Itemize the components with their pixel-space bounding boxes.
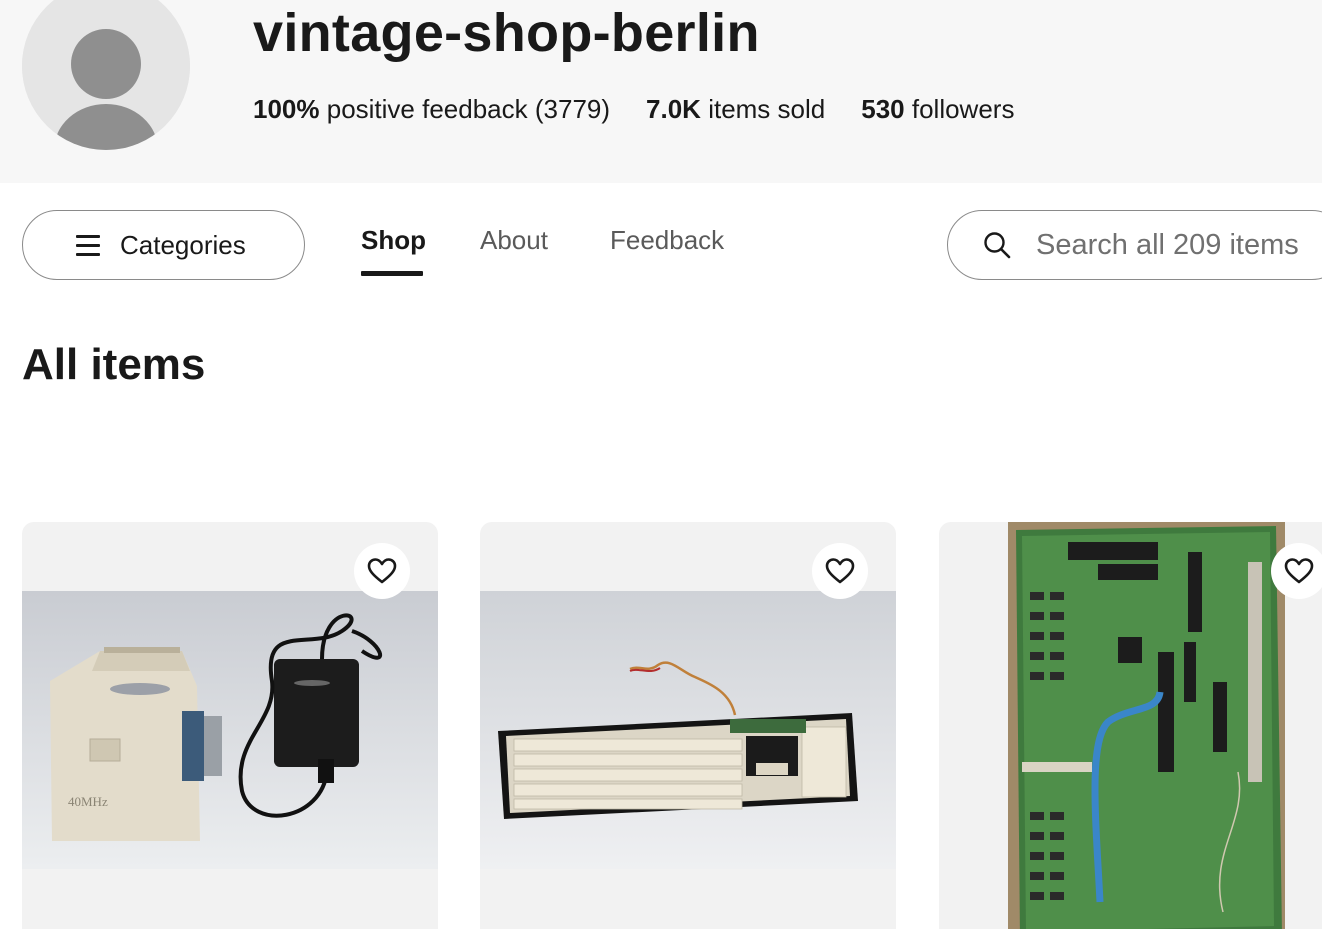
item-card[interactable]: 40MHz — [22, 522, 438, 929]
watchlist-button[interactable] — [1271, 543, 1322, 599]
items-sold-count: 7.0K — [646, 94, 701, 124]
watchlist-button[interactable] — [812, 543, 868, 599]
item-image-accelerator[interactable]: 40MHz — [22, 591, 438, 869]
feedback-percent: 100% — [253, 94, 320, 124]
store-name: vintage-shop-berlin — [253, 3, 760, 63]
search-input[interactable] — [1036, 228, 1322, 262]
active-tab-indicator — [361, 271, 423, 276]
tab-about[interactable]: About — [480, 225, 548, 256]
followers-text: followers — [911, 94, 1015, 124]
feedback-text: positive feedback (3779) — [326, 94, 611, 124]
default-user-avatar-icon — [22, 0, 190, 150]
followers-count: 530 — [861, 94, 905, 124]
store-avatar[interactable] — [22, 0, 190, 150]
heart-icon — [1284, 558, 1314, 584]
store-header: vintage-shop-berlin 100% positive feedba… — [0, 0, 1322, 183]
feedback-stat[interactable]: 100% positive feedback (3779) — [253, 94, 610, 125]
items-sold-text: items sold — [708, 94, 826, 124]
store-search[interactable] — [947, 210, 1322, 280]
search-icon — [984, 232, 1011, 259]
item-image-keyboard[interactable] — [480, 591, 896, 869]
heart-icon — [367, 558, 397, 584]
store-stats: 100% positive feedback (3779) 7.0K items… — [253, 94, 1050, 125]
tab-feedback[interactable]: Feedback — [610, 225, 724, 256]
page-title: All items — [22, 340, 206, 389]
item-card[interactable] — [939, 522, 1322, 929]
hamburger-menu-icon — [76, 234, 100, 256]
followers-stat: 530 followers — [861, 94, 1014, 125]
watchlist-button[interactable] — [354, 543, 410, 599]
svg-text:40MHz: 40MHz — [68, 794, 108, 809]
tab-shop[interactable]: Shop — [361, 225, 426, 256]
item-card[interactable] — [480, 522, 896, 929]
categories-button[interactable]: Categories — [22, 210, 305, 280]
heart-icon — [825, 558, 855, 584]
item-image-motherboard[interactable] — [1008, 522, 1285, 929]
categories-label: Categories — [120, 229, 246, 260]
items-sold-stat: 7.0K items sold — [646, 94, 825, 125]
